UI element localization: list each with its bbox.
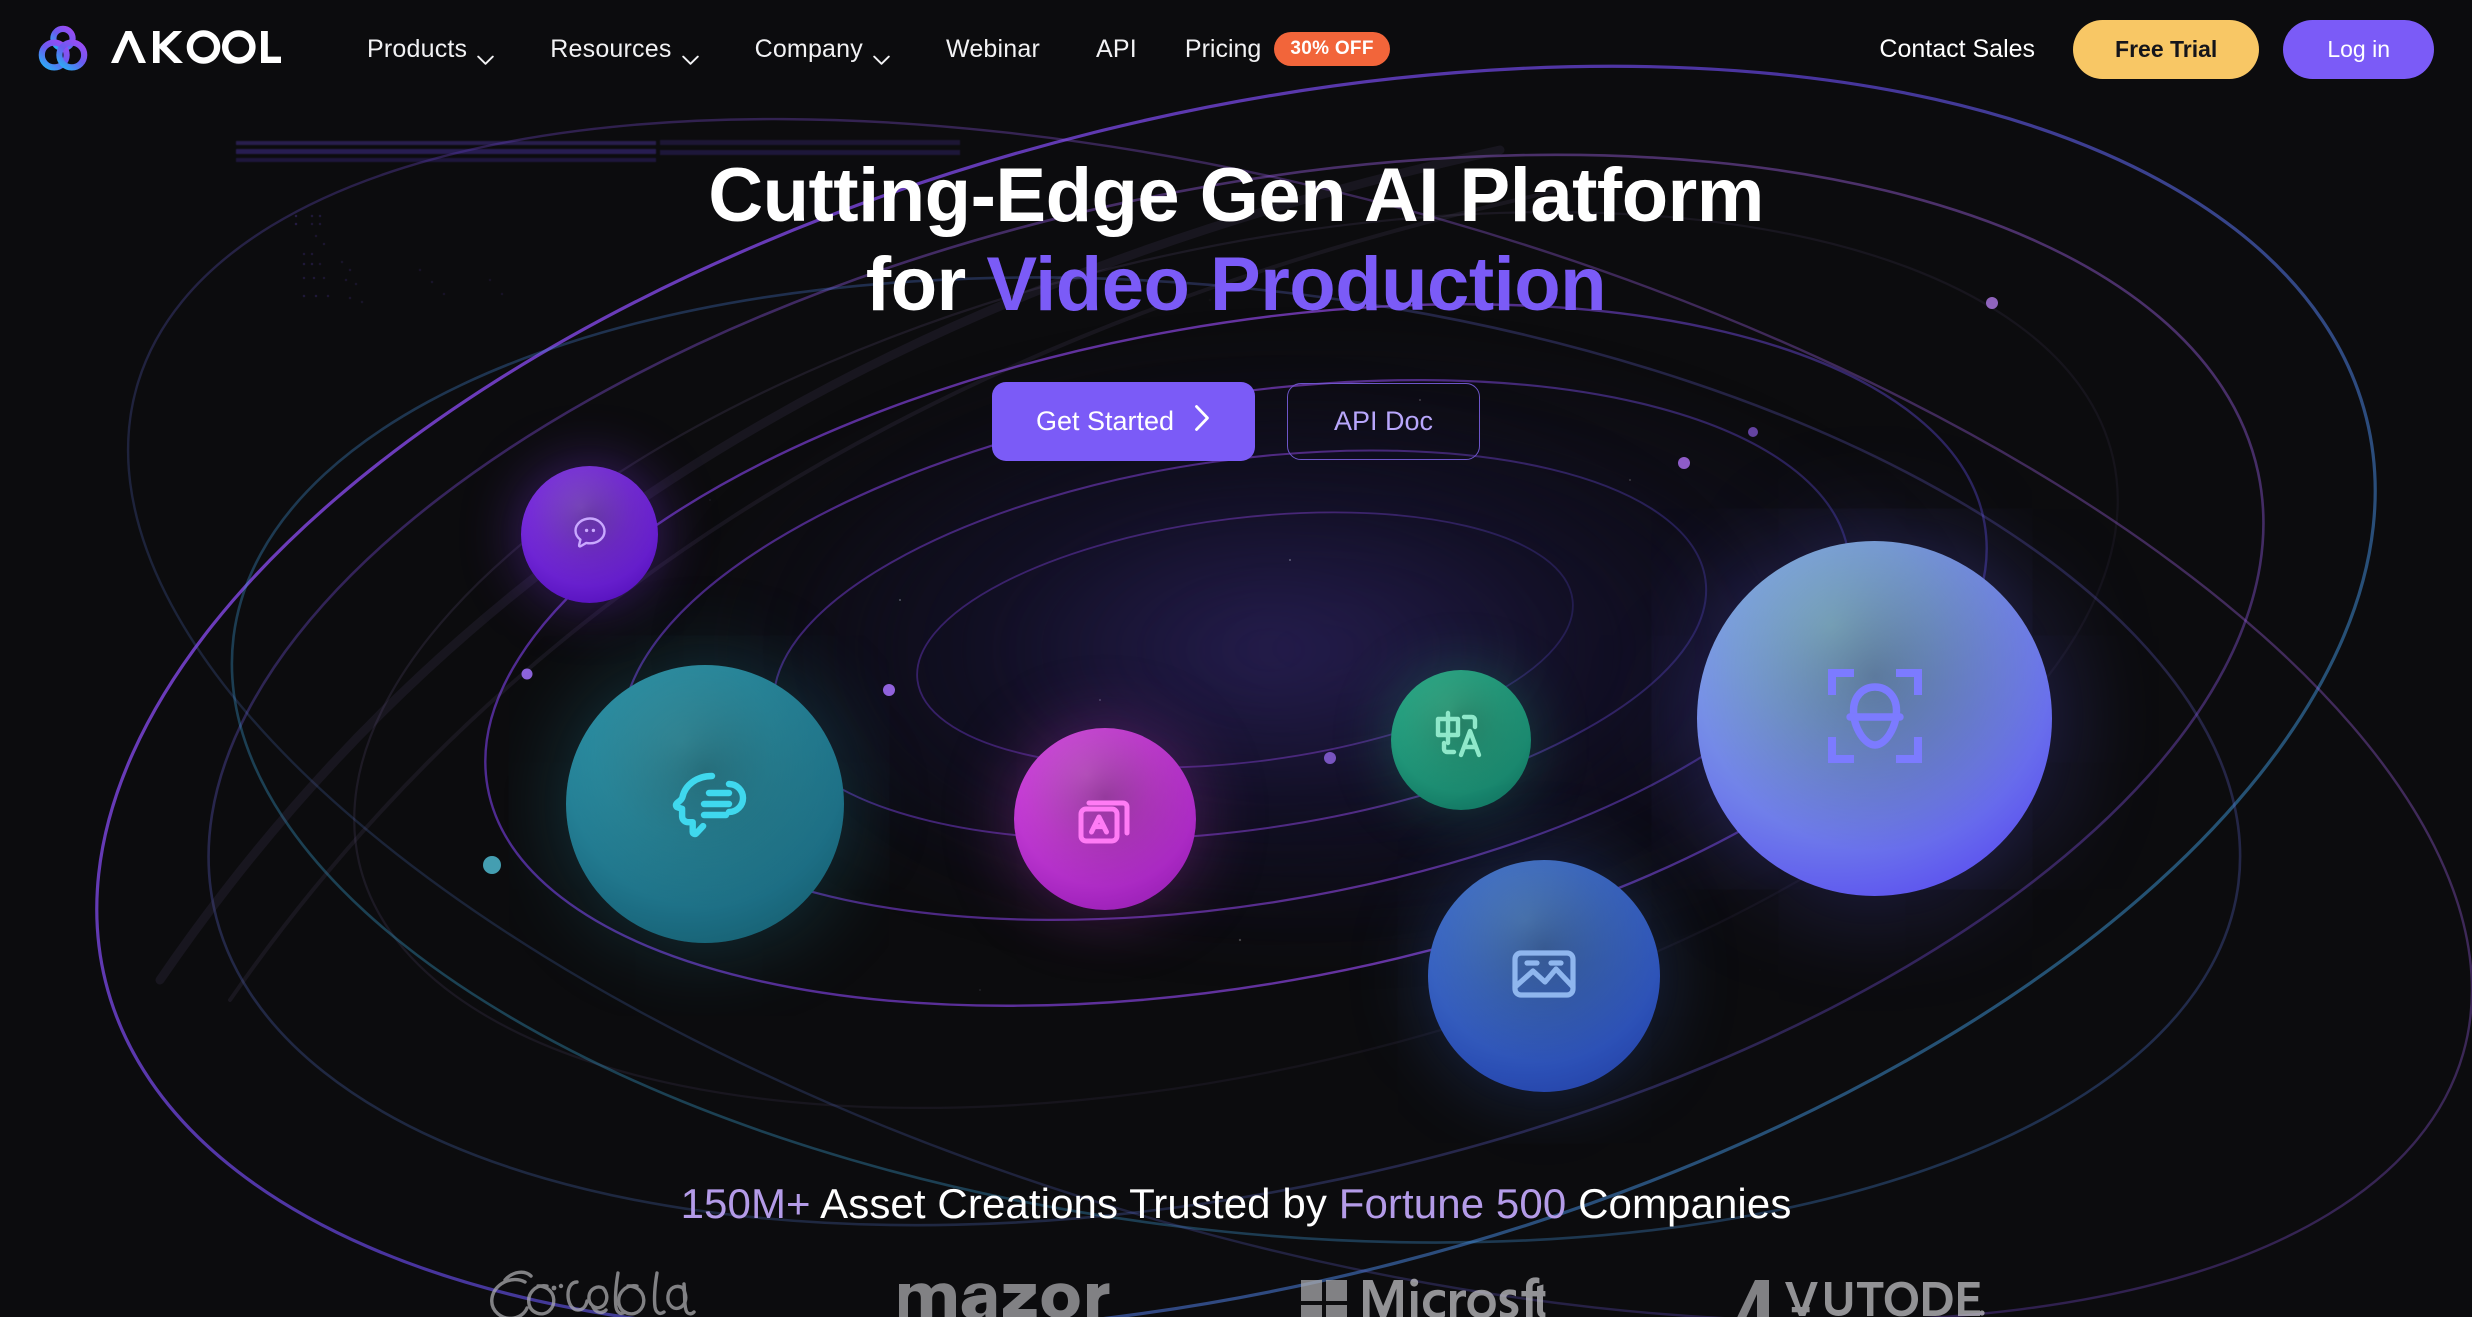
face-swap-icon: [1816, 657, 1934, 780]
login-button[interactable]: Log in: [2283, 19, 2434, 79]
social-proof-line: 150M+ Asset Creations Trusted by Fortune…: [0, 1180, 2472, 1228]
nav-item-label: API: [1096, 34, 1137, 63]
nav-item-company[interactable]: Company: [727, 25, 918, 74]
nav-item-products[interactable]: Products: [339, 25, 522, 74]
chevron-down-icon: [873, 44, 890, 65]
nav-item-label: Resources: [550, 34, 672, 63]
amazon-logo-icon: [891, 1266, 1115, 1317]
headline-line-2-prefix: for: [865, 241, 987, 327]
social-proof-text-end: Companies: [1566, 1180, 1792, 1227]
nav-links: Products Resources Company Webinar API P…: [339, 22, 1410, 76]
partner-logo-amazon: [891, 1266, 1115, 1317]
chevron-down-icon: [681, 44, 699, 65]
top-navigation-bar: Products Resources Company Webinar API P…: [0, 0, 2472, 98]
chevron-right-icon: [1194, 404, 1211, 439]
autodesk-logo-icon: [1729, 1266, 1985, 1317]
nav-item-label: Webinar: [945, 34, 1041, 63]
partner-logo-microsoft: [1297, 1266, 1547, 1317]
api-doc-button[interactable]: API Doc: [1287, 382, 1481, 460]
nav-item-api[interactable]: API: [1068, 25, 1165, 74]
partner-logo-strip: [0, 1266, 2472, 1317]
text-image-a-icon: [1071, 783, 1139, 856]
nav-item-label: Products: [367, 34, 468, 63]
orb-talking-avatar[interactable]: [566, 665, 844, 943]
nav-item-pricing[interactable]: Pricing 30% OFF: [1165, 22, 1410, 76]
image-icon: [1501, 931, 1587, 1022]
free-trial-button[interactable]: Free Trial: [2073, 19, 2260, 79]
microsoft-logo-icon: [1297, 1266, 1547, 1317]
brand-logo[interactable]: [36, 22, 281, 76]
nav-item-label: Pricing: [1184, 34, 1262, 63]
orb-translate[interactable]: [1391, 670, 1531, 810]
nav-item-resources[interactable]: Resources: [522, 25, 726, 74]
orb-chat-bubble[interactable]: [521, 466, 658, 603]
nav-item-webinar[interactable]: Webinar: [918, 25, 1068, 74]
orb-face-swap[interactable]: [1697, 541, 2052, 896]
get-started-label: Get Started: [1035, 405, 1175, 436]
page-title: Cutting-Edge Gen AI Platform for Video P…: [0, 152, 2472, 330]
partner-logo-coca-cola: [487, 1266, 709, 1317]
contact-sales-link[interactable]: Contact Sales: [1865, 25, 2049, 74]
orb-image-generation[interactable]: [1428, 860, 1660, 1092]
coca-cola-logo-icon: [487, 1266, 709, 1317]
social-proof-text-mid: Asset Creations Trusted by: [810, 1180, 1339, 1227]
akool-homepage-hero: Products Resources Company Webinar API P…: [0, 0, 2472, 1317]
partner-logo-autodesk: [1729, 1266, 1985, 1317]
nav-item-label: Company: [754, 34, 863, 63]
chat-bubble-icon: [569, 511, 611, 558]
brand-wordmark: [109, 29, 281, 69]
talking-avatar-icon: [657, 754, 753, 855]
chevron-down-icon: [477, 44, 495, 65]
orb-text-to-image[interactable]: [1014, 728, 1196, 910]
social-proof-metric: 150M+: [680, 1180, 811, 1227]
social-proof-highlight: Fortune 500: [1338, 1180, 1567, 1227]
headline-line-2-accent: Video Production: [986, 241, 1607, 327]
cta-row: Get Started API Doc: [0, 381, 2472, 461]
headline-line-1: Cutting-Edge Gen AI Platform: [708, 153, 1764, 238]
discount-badge: 30% OFF: [1274, 32, 1390, 66]
nav-actions: Contact Sales Free Trial Log in: [1865, 19, 2434, 79]
get-started-button[interactable]: Get Started: [991, 381, 1256, 461]
translate-icon: [1426, 703, 1496, 778]
akool-logo-icon: [36, 22, 90, 76]
